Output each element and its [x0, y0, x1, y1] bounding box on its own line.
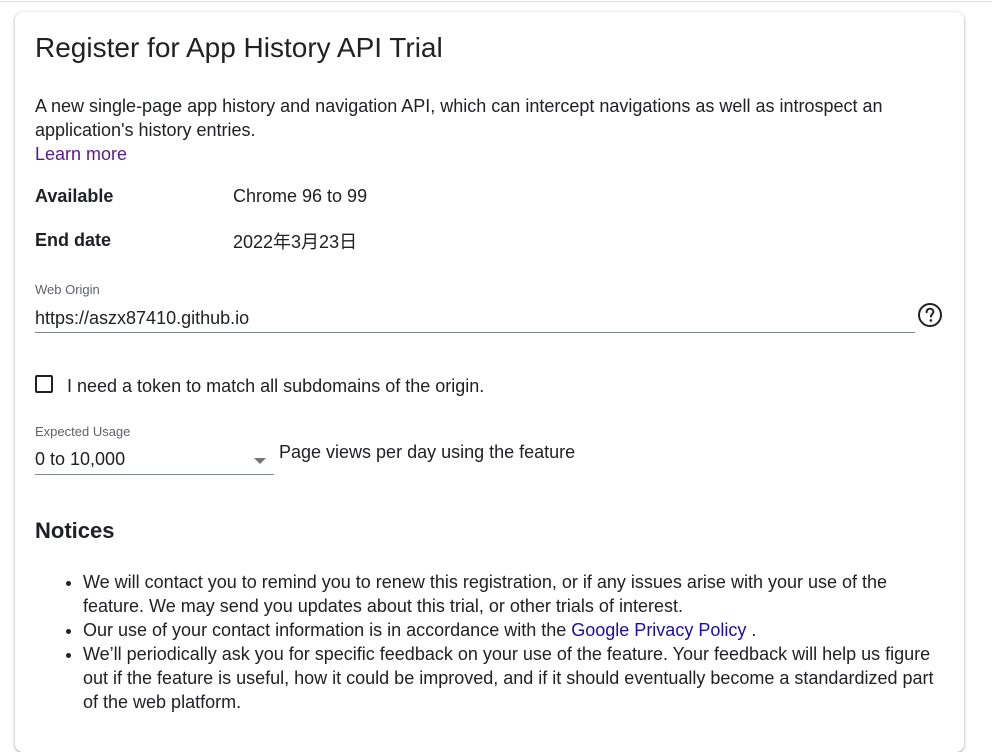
end-date-value: 2022年3月23日 — [233, 232, 358, 252]
subdomain-checkbox-label[interactable]: I need a token to match all subdomains o… — [67, 374, 484, 398]
dropdown-arrow-icon — [254, 458, 266, 464]
notice-item-privacy: Our use of your contact information is i… — [83, 618, 935, 642]
expected-usage-suffix: Page views per day using the feature — [279, 442, 576, 462]
expected-usage-label: Expected Usage — [35, 424, 131, 439]
notices-heading: Notices — [35, 518, 115, 543]
notices-list: We will contact you to remind you to ren… — [35, 570, 935, 714]
notice-privacy-period: . — [751, 620, 757, 640]
page-title: Register for App History API Trial — [35, 32, 443, 63]
expected-usage-value: 0 to 10,000 — [35, 449, 126, 469]
notice-item-feedback: We’ll periodically ask you for specific … — [83, 642, 935, 714]
privacy-policy-link[interactable]: Google Privacy Policy — [571, 620, 746, 640]
subdomain-checkbox[interactable] — [35, 375, 53, 393]
end-date-label: End date — [35, 230, 112, 250]
top-divider — [0, 1, 992, 2]
learn-more-link[interactable]: Learn more — [35, 142, 127, 166]
registration-card: Register for App History API Trial A new… — [15, 12, 964, 752]
notice-privacy-text: Our use of your contact information is i… — [83, 620, 567, 640]
trial-description: A new single-page app history and naviga… — [35, 96, 883, 140]
expected-usage-select[interactable]: 0 to 10,000 — [35, 448, 274, 475]
web-origin-label: Web Origin — [35, 282, 100, 297]
available-label: Available — [35, 186, 114, 206]
available-value: Chrome 96 to 99 — [233, 186, 368, 206]
web-origin-input[interactable] — [35, 304, 915, 333]
help-circle-icon[interactable] — [917, 302, 943, 328]
notice-item-renewal: We will contact you to remind you to ren… — [83, 570, 935, 618]
